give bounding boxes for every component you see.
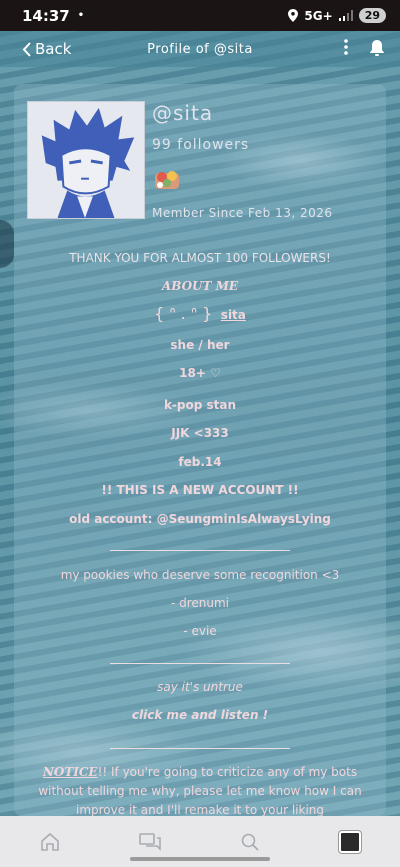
chat-icon[interactable] [130,827,170,857]
home-icon[interactable] [30,827,70,857]
search-icon[interactable] [230,827,270,857]
divider [110,550,290,551]
bio-pookie-2: - evie [183,624,217,638]
bio-old-account: old account: @SeungminIsAlwaysLying [69,512,331,526]
bio-notice-text-1: !! If you're going to criticize any of m… [97,765,358,779]
divider [110,748,290,749]
bio-pronouns: she / her [170,338,230,352]
bio-stan: k-pop stan [163,398,237,412]
bio-birthday: feb.14 [178,455,222,469]
bio-pookie-1: - drenumi [170,596,230,610]
bell-icon[interactable] [370,39,384,61]
bio-bias: JJK <333 [171,426,229,440]
bio-song-1: say it's untrue [157,680,243,694]
bio-notice-text-2: without telling me why, please let me kn… [38,784,362,798]
bio-kaomoji-line: { ᐢ . ᐢ } sita [30,304,370,323]
bio-notice-label: NOTICE [42,765,98,779]
bio-about-heading: ABOUT ME [161,279,239,293]
nav-avatar-image [339,830,361,853]
home-indicator [130,857,270,861]
bio-song-2-link[interactable]: click me and listen ! [30,708,370,722]
divider [110,663,290,664]
bio-thanks: THANK YOU FOR ALMOST 100 FOLLOWERS! [69,251,331,265]
bio-age: 18+ ♡ [179,366,221,380]
bio-new-account: !! THIS IS A NEW ACCOUNT !! [101,483,299,497]
nav-profile-avatar[interactable] [330,827,370,857]
bio-kaomoji: { ᐢ . ᐢ } [154,304,213,323]
bio-pookies: my pookies who deserve some recognition … [60,568,340,582]
bio-notice-line-1: NOTICE!! If you're going to criticize an… [30,765,370,779]
side-drawer-handle[interactable] [0,220,14,268]
bio-name-link[interactable]: sita [221,308,246,322]
bio-notice-text-3: improve it and I'll remake it to your li… [75,803,324,817]
